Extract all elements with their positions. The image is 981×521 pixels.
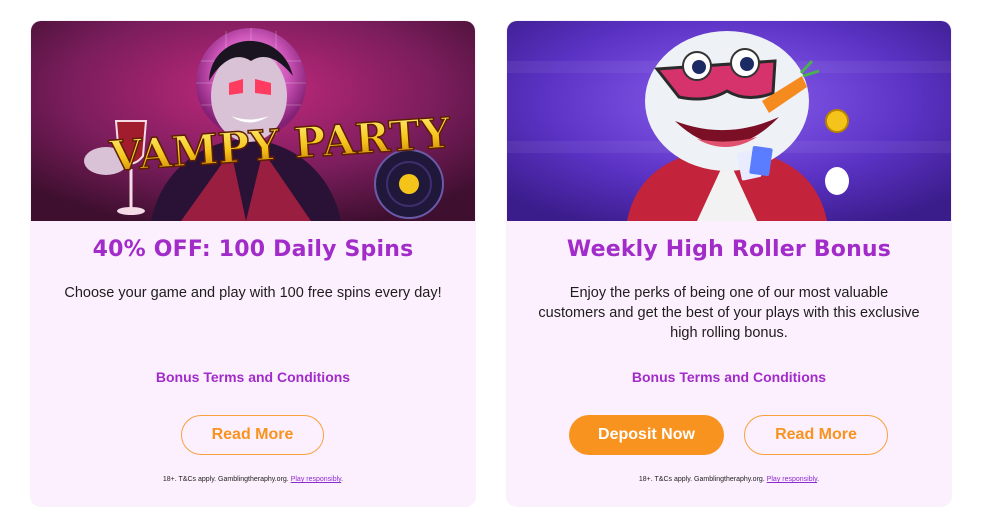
responsible-gambling-disclaimer: 18+. T&Cs apply. Gamblingtheraphy.org. P…: [507, 476, 951, 483]
disclaimer-text: 18+. T&Cs apply. Gamblingtheraphy.org.: [162, 476, 291, 483]
read-more-button[interactable]: Read More: [181, 415, 324, 455]
play-responsibly-link[interactable]: Play responsibly: [291, 476, 341, 483]
responsible-gambling-disclaimer: 18+. T&Cs apply. Gamblingtheraphy.org. P…: [31, 476, 475, 483]
promo-description: Enjoy the perks of being one of our most…: [538, 285, 920, 341]
read-more-button[interactable]: Read More: [744, 415, 888, 455]
play-responsibly-link[interactable]: Play responsibly: [767, 476, 817, 483]
bonus-terms-link[interactable]: Bonus Terms and Conditions: [507, 369, 951, 385]
promo-title: 40% OFF: 100 Daily Spins: [92, 237, 414, 262]
disclaimer-period: .: [341, 476, 344, 483]
promo-description: Choose your game and play with 100 free …: [64, 285, 442, 301]
promo-title: Weekly High Roller Bonus: [566, 237, 892, 262]
promo-banner-image: VAMPY PARTY: [31, 21, 475, 221]
promo-card-vampy-party: VAMPY PARTY 40% OFF: 100 Daily Spins Cho…: [31, 21, 475, 506]
disclaimer-text: 18+. T&Cs apply. Gamblingtheraphy.org.: [638, 476, 767, 483]
promo-card-high-roller: Weekly High Roller Bonus Enjoy the perks…: [507, 21, 951, 506]
deposit-now-button[interactable]: Deposit Now: [569, 415, 724, 455]
promo-banner-image: [507, 21, 951, 221]
bonus-terms-link[interactable]: Bonus Terms and Conditions: [31, 369, 475, 385]
disclaimer-period: .: [817, 476, 820, 483]
